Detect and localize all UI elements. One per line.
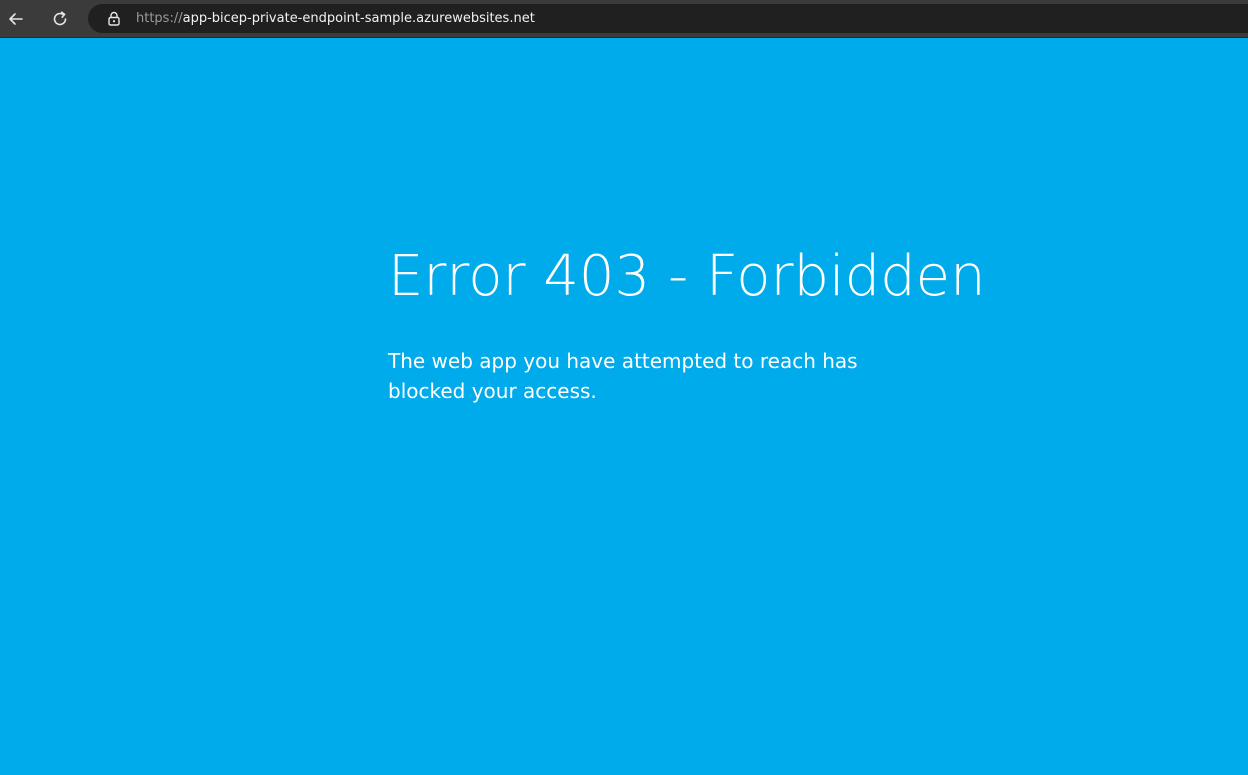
refresh-icon — [53, 11, 67, 26]
error-message: The web app you have attempted to reach … — [388, 349, 858, 403]
lock-icon[interactable] — [107, 11, 121, 26]
url-text[interactable]: https://app-bicep-private-endpoint-sampl… — [136, 11, 535, 26]
url-scheme: https:// — [136, 11, 183, 26]
url-host: app-bicep-private-endpoint-sample.azurew… — [182, 11, 535, 26]
error-title: Error 403 - Forbidden — [388, 244, 986, 309]
arrow-left-icon — [9, 13, 23, 25]
back-button[interactable] — [2, 5, 30, 33]
browser-toolbar: https://app-bicep-private-endpoint-sampl… — [0, 0, 1248, 38]
reload-button[interactable] — [46, 5, 74, 33]
error-content: Error 403 - Forbidden The web app you ha… — [388, 240, 988, 406]
address-bar[interactable]: https://app-bicep-private-endpoint-sampl… — [88, 4, 1248, 33]
